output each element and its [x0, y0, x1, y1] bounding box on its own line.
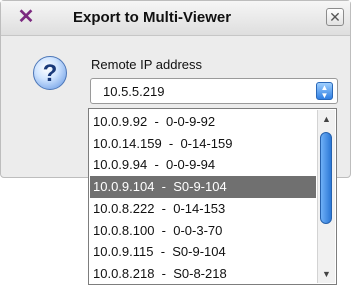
scrollbar-thumb[interactable]: [320, 132, 332, 224]
ip-dropdown-list[interactable]: 10.0.9.92 - 0-0-9-92 10.0.14.159 - 0-14-1…: [88, 108, 337, 285]
dropdown-scrollbar[interactable]: ▲ ▼: [317, 110, 335, 283]
close-button[interactable]: ✕: [326, 8, 344, 26]
dialog-title: Export to Multi-Viewer: [73, 9, 232, 26]
question-icon: ?: [33, 56, 67, 90]
remote-ip-value: 10.5.5.219: [103, 84, 165, 99]
dropdown-option[interactable]: 10.0.8.218 - S0-8-218: [90, 263, 316, 285]
dropdown-option[interactable]: 10.0.8.222 - 0-14-153: [90, 198, 316, 220]
scroll-up-icon[interactable]: ▲: [320, 112, 333, 126]
remote-ip-label: Remote IP address: [91, 57, 203, 72]
dropdown-option[interactable]: 10.0.9.115 - S0-9-104: [90, 241, 316, 263]
scroll-down-icon[interactable]: ▼: [320, 267, 333, 281]
dropdown-option[interactable]: 10.0.14.159 - 0-14-159: [90, 133, 316, 155]
select-stepper-icon[interactable]: ▲ ▼: [316, 82, 333, 100]
dropdown-option[interactable]: 10.0.9.94 - 0-0-9-94: [90, 154, 316, 176]
dropdown-option[interactable]: 10.0.9.92 - 0-0-9-92: [90, 111, 316, 133]
dropdown-option[interactable]: 10.0.8.100 - 0-0-3-70: [90, 220, 316, 242]
title-bar[interactable]: ✕ Export to Multi-Viewer ✕: [1, 1, 350, 36]
remote-ip-select[interactable]: 10.5.5.219 ▲ ▼: [90, 78, 338, 104]
dropdown-option[interactable]: 10.0.9.104 - S0-9-104: [90, 176, 316, 199]
multiviewer-app-icon: ✕: [17, 6, 35, 28]
